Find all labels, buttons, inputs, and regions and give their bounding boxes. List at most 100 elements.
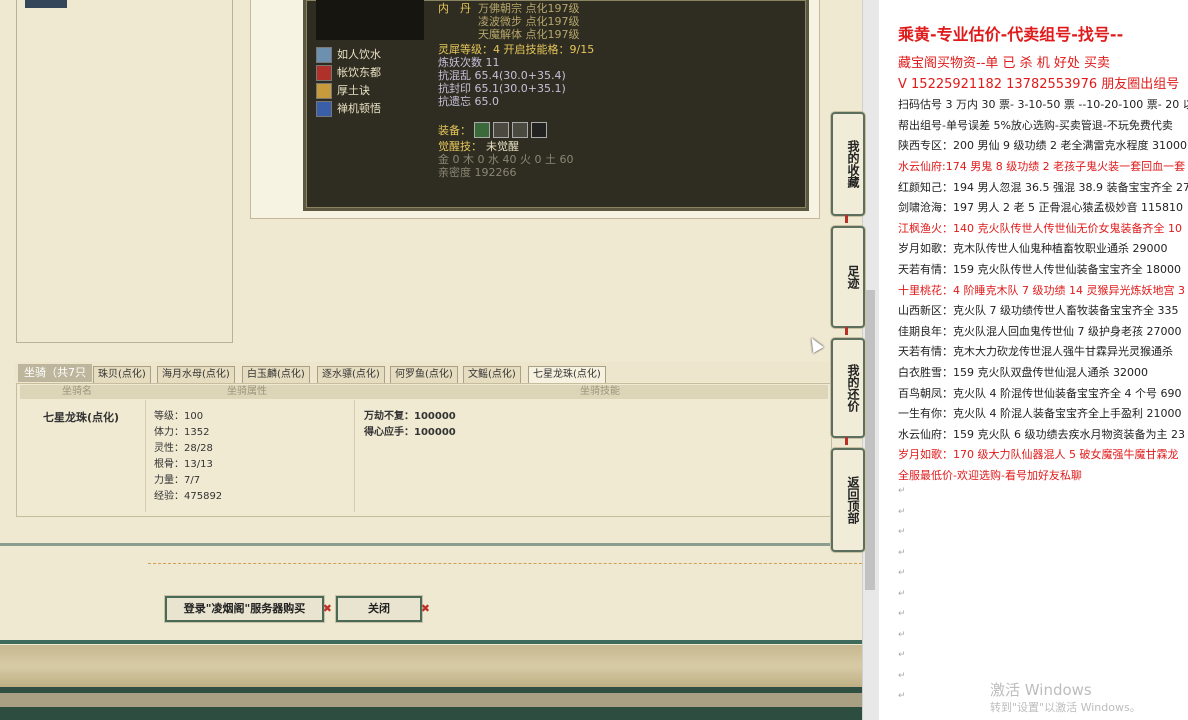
equip-slot-icon[interactable]	[474, 122, 490, 138]
footprint-tab[interactable]: 足迹	[831, 226, 865, 335]
footprint-label: 足迹	[846, 265, 860, 289]
return-mark-icon: ↵	[898, 629, 906, 640]
doc-line: 百鸟朝凤：克火队 4 阶混传世仙装备宝宝齐全 4 个号 690	[898, 387, 1182, 400]
login-buy-label: 登录"凌烟阁"服务器购买	[183, 602, 306, 615]
footer-band	[0, 640, 862, 644]
skill-item[interactable]: 厚土诀	[316, 83, 370, 99]
windows-watermark: 激活 Windows	[990, 681, 1092, 699]
mount-skill-2: 得心应手：100000	[364, 427, 456, 438]
close-label: 关闭	[368, 602, 390, 615]
doc-line: 天若有情：克木大力砍龙传世混人强牛甘霖异光灵猴通杀	[898, 345, 1173, 358]
close-icon: ✖	[322, 602, 332, 615]
inner-skill-1: 万佛朝宗 点化197级	[478, 2, 580, 15]
close-button[interactable]: 关闭 ✖	[336, 596, 430, 622]
skill-label: 如人饮水	[337, 48, 381, 61]
doc-line: V 15225921182 13782553976 朋友圈出组号	[898, 77, 1180, 92]
tab-mount-1[interactable]: 珠贝(点化)	[93, 366, 151, 384]
spirit-level: 灵犀等级：4 开启技能格：9/15	[438, 43, 595, 56]
inner-skill-3: 天魔解体 点化197级	[478, 28, 580, 41]
intimacy: 亲密度 192266	[438, 166, 517, 179]
my-counteroffer-tab[interactable]: 我的还价	[831, 338, 865, 445]
element-values: 金 0 木 0 水 40 火 0 土 60	[438, 153, 574, 166]
doc-line: 藏宝阁买物资--单 已 杀 机 好处 买卖	[898, 56, 1111, 71]
mount-skill-1: 万劫不复：100000	[364, 411, 456, 422]
doc-line: 红颜知己：194 男人忽混 36.5 强混 38.9 装备宝宝齐全 270	[898, 181, 1188, 194]
back-to-top-tab[interactable]: 返回顶部	[831, 448, 865, 552]
water-drink-icon	[316, 47, 332, 63]
return-mark-icon: ↵	[898, 506, 906, 517]
doc-line: 水云仙府:174 男鬼 8 级功绩 2 老孩子鬼火装一套回血一套	[898, 160, 1186, 173]
hook-icon	[845, 327, 848, 335]
mount-table	[16, 383, 832, 517]
earth-icon	[316, 83, 332, 99]
scrollbar-thumb[interactable]	[865, 290, 875, 590]
tab-mount-6[interactable]: 文鳐(点化)	[463, 366, 521, 384]
equip-label: 装备：	[438, 124, 471, 137]
mount-count-tab[interactable]: 坐骑（共7只	[18, 364, 92, 382]
return-mark-icon: ↵	[898, 650, 906, 660]
tab-mount-2[interactable]: 海月水母(点化)	[157, 366, 235, 384]
column-divider	[354, 400, 355, 512]
resist-forget: 抗遗忘 65.0	[438, 95, 499, 108]
column-divider	[145, 400, 146, 512]
equip-slot-icon[interactable]	[512, 122, 528, 138]
skill-item[interactable]: 帐饮东都	[316, 65, 381, 81]
doc-line: 陕西专区：200 男仙 9 级功绩 2 老全满雷克水程度 31000	[898, 139, 1187, 152]
equip-slot-icon[interactable]	[531, 122, 547, 138]
my-counteroffer-label: 我的还价	[846, 364, 860, 412]
return-mark-icon: ↵	[898, 588, 906, 599]
mount-attr-stamina: 体力：1352	[154, 427, 210, 438]
doc-line: 佳期良年：克火队混人回血鬼传世仙 7 级护身老孩 27000	[898, 325, 1182, 338]
footer-band	[0, 707, 862, 720]
skill-label: 帐饮东都	[337, 66, 381, 79]
back-to-top-label: 返回顶部	[846, 476, 860, 524]
awaken-value: 未觉醒	[486, 140, 519, 153]
skill-item[interactable]: 禅机顿悟	[316, 101, 381, 117]
tab-mount-4[interactable]: 逐水骠(点化)	[317, 366, 385, 384]
skill-label: 禅机顿悟	[337, 102, 381, 115]
resist-chaos: 抗混乱 65.4(30.0+35.4)	[438, 69, 566, 82]
doc-line: 水云仙府：159 克火队 6 级功绩去疾水月物资装备为主 23	[898, 428, 1185, 441]
skill-label: 厚土诀	[337, 84, 370, 97]
tab-mount-5[interactable]: 何罗鱼(点化)	[390, 366, 458, 384]
mount-attr-exp: 经验：475892	[154, 491, 223, 502]
doc-line: 帮出组号-单号误差 5%放心选购-买卖管退-不玩免费代卖	[898, 119, 1173, 132]
tent-drink-icon	[316, 65, 332, 81]
return-mark-icon: ↵	[898, 670, 906, 681]
header-mount-attributes: 坐骑属性	[227, 386, 267, 397]
mount-attr-strength: 力量：7/7	[154, 475, 201, 486]
equip-slot-icon[interactable]	[493, 122, 509, 138]
login-buy-button[interactable]: 登录"凌烟阁"服务器购买 ✖	[165, 596, 332, 622]
hook-icon	[845, 215, 848, 223]
left-info-panel	[16, 0, 233, 343]
doc-line: 全服最低价-欢迎选购-看号加好友私聊	[898, 469, 1082, 482]
resist-seal: 抗封印 65.1(30.0+35.1)	[438, 82, 566, 95]
doc-line: 山西新区：克火队 7 级功绩传世人畜牧装备宝宝齐全 335	[898, 304, 1179, 317]
avatar	[25, 0, 67, 8]
doc-line: 一生有你：克火队 4 阶混人装备宝宝齐全上手盈利 21000	[898, 407, 1182, 420]
zen-icon	[316, 101, 332, 117]
return-mark-icon: ↵	[898, 691, 906, 701]
doc-line: 白衣胜雪：159 克火队双盘传世仙混人通杀 32000	[898, 366, 1148, 379]
inner-skill-2: 凌波微步 点化197级	[478, 15, 580, 28]
my-favorites-label: 我的收藏	[846, 140, 860, 188]
divider	[0, 543, 862, 546]
return-mark-icon: ↵	[898, 609, 906, 619]
doc-line: 岁月如歌：克木队传世人仙鬼种植畜牧职业通杀 29000	[898, 242, 1168, 255]
header-mount-skills: 坐骑技能	[580, 386, 620, 397]
tab-mount-7[interactable]: 七星龙珠(点化)	[528, 366, 606, 384]
doc-line: 扫码估号 3 万内 30 票- 3-10-50 票 --10-20-100 票-…	[898, 98, 1188, 111]
hook-icon	[845, 437, 848, 445]
mount-attr-bone: 根骨：13/13	[154, 459, 213, 470]
return-mark-icon: ↵	[898, 568, 906, 578]
tab-mount-3[interactable]: 白玉麟(点化)	[242, 366, 310, 384]
skill-item[interactable]: 如人饮水	[316, 47, 381, 63]
my-favorites-tab[interactable]: 我的收藏	[831, 112, 865, 223]
return-mark-icon: ↵	[898, 486, 906, 496]
header-mount-name: 坐骑名	[62, 386, 92, 397]
close-icon: ✖	[420, 602, 430, 615]
mount-attr-spirit: 灵性：28/28	[154, 443, 213, 454]
windows-watermark-subtitle: 转到"设置"以激活 Windows。	[990, 701, 1141, 714]
mount-name: 七星龙珠(点化)	[43, 411, 120, 424]
doc-line: 十里桃花：4 阶睡克木队 7 级功绩 14 灵猴异光炼妖地宫 3	[898, 284, 1185, 297]
